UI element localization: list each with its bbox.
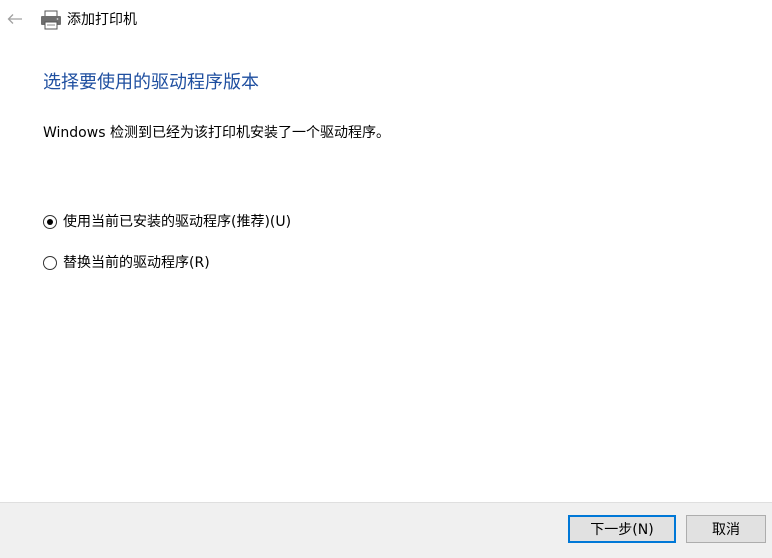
radio-button-unchecked[interactable] [43,256,57,270]
radio-button-checked[interactable] [43,215,57,229]
radio-replace-driver[interactable]: 替换当前的驱动程序(R) [43,254,210,272]
printer-icon [41,10,61,30]
radio-use-current-driver[interactable]: 使用当前已安装的驱动程序(推荐)(U) [43,213,291,231]
title-bar: 添加打印机 [0,0,772,40]
footer-bar: 下一步(N) 取消 [0,502,772,558]
page-heading: 选择要使用的驱动程序版本 [43,72,259,93]
description-text: Windows 检测到已经为该打印机安装了一个驱动程序。 [43,125,390,141]
radio-label-replace: 替换当前的驱动程序(R) [63,255,210,271]
window-title: 添加打印机 [67,12,137,28]
next-button[interactable]: 下一步(N) [568,515,676,543]
radio-label-use-current: 使用当前已安装的驱动程序(推荐)(U) [63,214,292,230]
back-button[interactable] [4,8,26,30]
cancel-button[interactable]: 取消 [686,515,766,543]
arrow-left-icon [7,14,22,24]
